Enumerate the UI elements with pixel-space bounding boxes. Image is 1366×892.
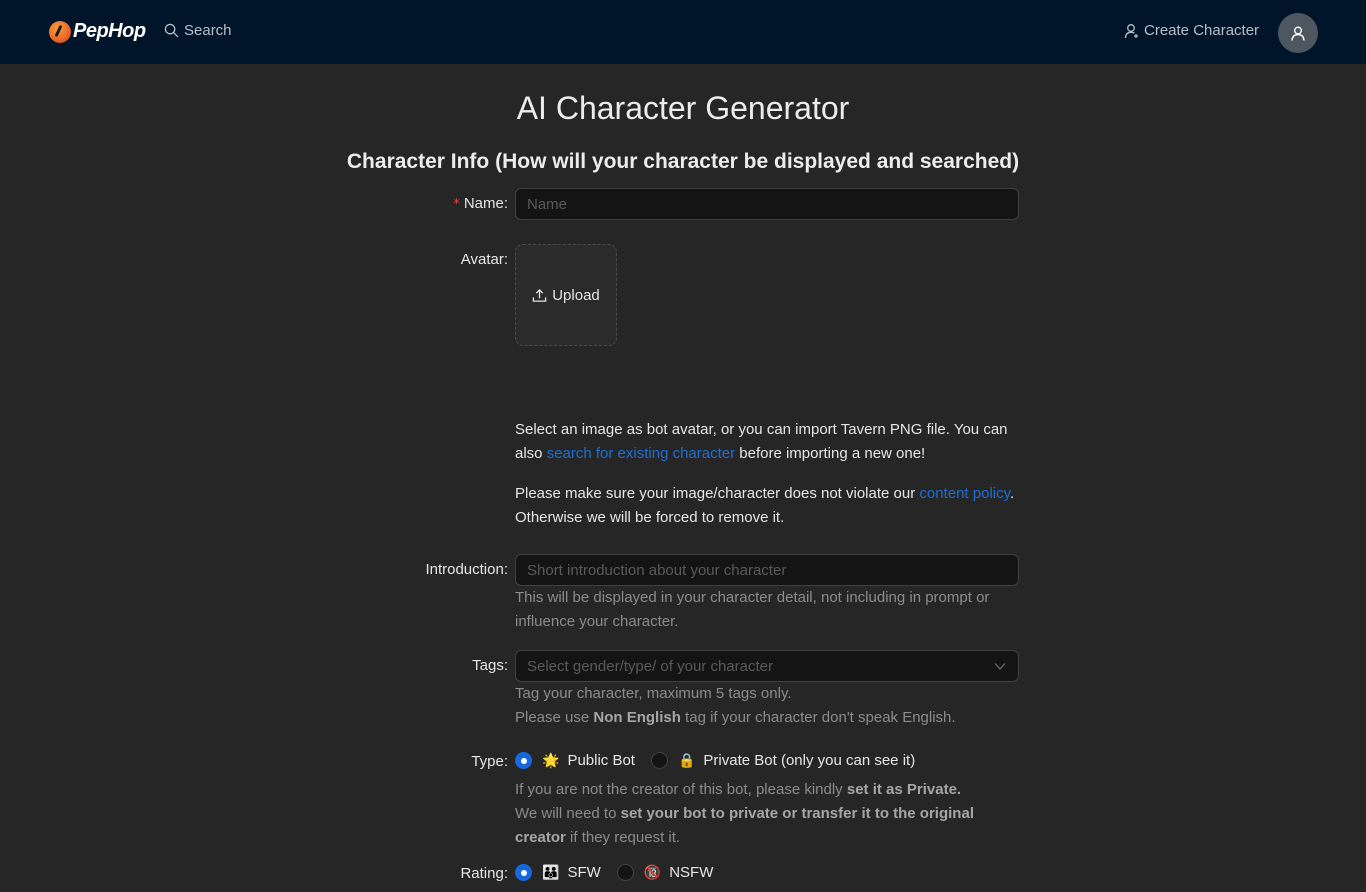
tags-select-placeholder: Select gender/type/ of your character [527, 657, 773, 675]
introduction-help: This will be displayed in your character… [515, 589, 990, 630]
user-avatar-button[interactable] [1278, 13, 1318, 53]
avatar-help-import: Select an image as bot avatar, or you ca… [515, 418, 1015, 466]
avatar-label: Avatar: [460, 251, 508, 268]
name-label: * Name: [453, 195, 508, 212]
set-private-bold: set it as Private. [846, 781, 962, 798]
introduction-input[interactable] [515, 554, 1019, 586]
type-label: Type: [471, 753, 508, 770]
avatar-help-policy: Please make sure your image/character do… [515, 482, 1015, 530]
lock-icon: 🔒 [677, 752, 696, 769]
type-help-private: If you are not the creator of this bot, … [515, 778, 1025, 802]
user-icon [1291, 26, 1305, 41]
user-add-icon [1124, 23, 1138, 38]
name-label-text: Name: [463, 195, 508, 212]
rating-nsfw-radio[interactable]: 🔞 NSFW [616, 864, 714, 881]
rating-sfw-radio[interactable]: 👪 SFW [515, 864, 601, 881]
tags-help-text-end: tag if your character don't speak Englis… [680, 709, 956, 726]
transfer-help-text-end: if they request it. [565, 829, 681, 846]
sparkle-icon: 🌟 [542, 752, 560, 769]
type-radio-group: 🌟 Public Bot 🔒 Private Bot (only you can… [515, 752, 931, 769]
type-help-transfer: We will need to set your bot to private … [515, 802, 1015, 850]
tags-select[interactable]: Select gender/type/ of your character [515, 650, 1019, 682]
create-character-link[interactable]: Create Character [1124, 22, 1259, 39]
logo[interactable]: PepHop [49, 20, 146, 43]
radio-nsfw-dot[interactable] [616, 864, 634, 881]
tags-help-text: Please use [515, 709, 594, 726]
chevron-down-icon [994, 663, 1006, 670]
required-mark: * [453, 197, 460, 212]
family-icon: 👪 [542, 864, 560, 881]
radio-public-dot[interactable] [515, 752, 532, 769]
type-public-radio[interactable]: 🌟 Public Bot [515, 752, 635, 769]
search-icon [164, 23, 179, 38]
section-title: Character Info (How will your character … [346, 150, 1020, 173]
tags-help-non-english: Please use Non English tag if your chara… [515, 706, 1025, 730]
avatar-upload-button[interactable]: Upload [515, 244, 617, 346]
upload-icon [532, 288, 547, 302]
radio-private-dot[interactable] [650, 752, 668, 769]
create-character-label: Create Character [1144, 22, 1260, 39]
type-help-text: If you are not the creator of this bot, … [515, 781, 847, 798]
policy-help-text: Please make sure your image/character do… [515, 485, 920, 502]
tags-help-max: Tag your character, maximum 5 tags only. [515, 685, 792, 702]
top-navbar: PepHop Search Create Character [0, 0, 1366, 64]
rating-radio-group: 👪 SFW 🔞 NSFW [515, 864, 729, 881]
nsfw-label: NSFW [669, 864, 714, 881]
nav-search-link[interactable]: Search [164, 22, 232, 39]
content-policy-link[interactable]: content policy [919, 485, 1010, 502]
private-bot-label: Private Bot (only you can see it) [703, 752, 916, 769]
tags-label: Tags: [472, 657, 508, 674]
logo-mark-icon [49, 20, 71, 43]
type-private-radio[interactable]: 🔒 Private Bot (only you can see it) [650, 752, 916, 769]
logo-text: PepHop [73, 20, 146, 42]
sfw-label: SFW [567, 864, 601, 881]
avatar-help-text-end: before importing a new one! [735, 445, 926, 462]
public-bot-label: Public Bot [567, 752, 635, 769]
introduction-label: Introduction: [425, 561, 508, 578]
name-input[interactable] [515, 188, 1019, 220]
radio-sfw-dot[interactable] [515, 864, 532, 881]
search-existing-character-link[interactable]: search for existing character [547, 445, 735, 462]
no-under-18-icon: 🔞 [643, 864, 662, 881]
transfer-help-text: We will need to [515, 805, 621, 822]
non-english-bold: Non English [593, 709, 681, 726]
page-title: AI Character Generator [516, 90, 850, 126]
rating-label: Rating: [460, 865, 508, 882]
upload-label: Upload [552, 286, 600, 304]
nav-search-label: Search [184, 22, 232, 39]
